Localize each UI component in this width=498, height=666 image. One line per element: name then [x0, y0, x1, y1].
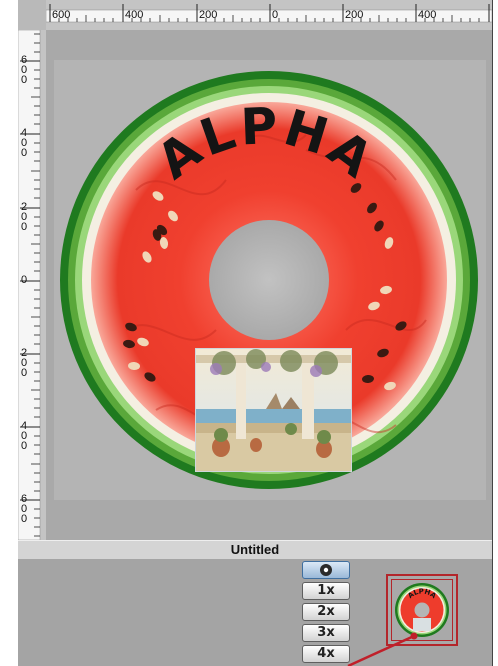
window-title-bar[interactable]: Untitled [18, 540, 492, 560]
v-ruler-label: 600 [21, 493, 27, 525]
v-ruler-label: 200 [21, 201, 27, 233]
center-hole [209, 220, 329, 340]
h-ruler-label: 200 [345, 9, 363, 21]
v-ruler-label: 400 [21, 420, 27, 452]
h-ruler-label: 0 [272, 9, 278, 21]
h-ruler-label: 200 [199, 9, 217, 21]
disc-view-button[interactable] [302, 561, 350, 579]
right-window-edge [492, 0, 498, 666]
vertical-ruler[interactable]: 600 400 200 0 200 400 600 [18, 30, 46, 540]
painting-image[interactable] [195, 348, 352, 472]
v-ruler-label: 400 [21, 127, 27, 159]
preview-panel: 1x 2x 3x 4x ALPHA [18, 559, 492, 666]
left-window-edge [0, 0, 19, 666]
disc-icon [320, 564, 332, 576]
v-ruler-label: 200 [21, 347, 27, 379]
thumbnail-pointer-line [347, 632, 418, 666]
window-title: Untitled [230, 542, 280, 557]
v-ruler-label: 600 [21, 54, 27, 86]
ruler-corner [18, 0, 46, 30]
h-ruler-label: 400 [418, 9, 436, 21]
v-ruler-label: 0 [21, 274, 27, 286]
h-ruler-label: 600 [52, 9, 70, 21]
zoom-1x-button[interactable]: 1x [302, 582, 350, 600]
design-canvas[interactable]: ALPHA [46, 30, 492, 540]
horizontal-ruler[interactable]: 600 400 200 0 200 400 [46, 0, 492, 30]
h-ruler-label: 400 [125, 9, 143, 21]
